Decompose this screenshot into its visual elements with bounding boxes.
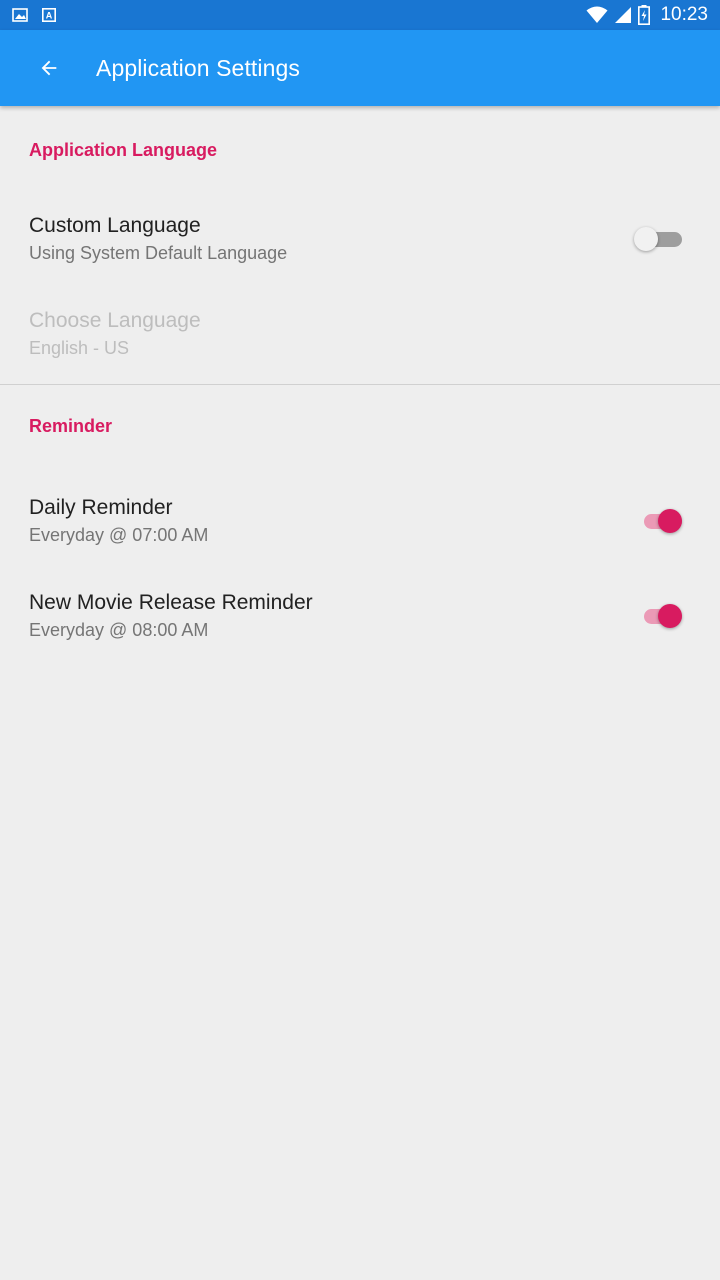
pref-daily-reminder[interactable]: Daily Reminder Everyday @ 07:00 AM — [0, 473, 720, 568]
pref-title: Custom Language — [29, 214, 201, 237]
category-header-reminder: Reminder — [29, 416, 113, 436]
battery-icon — [638, 5, 651, 25]
translate-icon: A — [42, 8, 56, 22]
pref-custom-language[interactable]: Custom Language Using System Default Lan… — [0, 194, 720, 284]
signal-icon — [614, 6, 632, 24]
pref-title: Daily Reminder — [29, 495, 173, 519]
arrow-back-icon — [38, 57, 60, 79]
switch-thumb — [658, 508, 682, 533]
wifi-icon — [586, 6, 608, 24]
page-title: Application Settings — [96, 54, 301, 81]
status-time: 10:23 — [660, 4, 708, 25]
status-right-icons: 10:23 — [586, 4, 708, 26]
back-button[interactable] — [21, 40, 77, 96]
pref-summary: English - US — [29, 338, 130, 358]
pref-title: New Movie Release Reminder — [29, 590, 313, 614]
pref-new-movie-release-reminder[interactable]: New Movie Release Reminder Everyday @ 08… — [0, 568, 720, 663]
category-header-application-language: Application Language — [29, 140, 218, 160]
pref-summary: Using System Default Language — [29, 243, 288, 263]
app-bar: Application Settings — [0, 30, 720, 106]
settings-list: Application Language Custom Language Usi… — [0, 106, 720, 663]
custom-language-switch[interactable] — [634, 224, 686, 254]
svg-text:A: A — [46, 11, 53, 21]
new-movie-reminder-switch[interactable] — [640, 601, 686, 631]
status-left-icons: A — [12, 8, 56, 22]
pref-summary: Everyday @ 07:00 AM — [29, 524, 209, 545]
status-bar: A 10:23 — [0, 0, 720, 30]
image-icon — [12, 8, 28, 22]
switch-thumb — [634, 227, 658, 251]
pref-choose-language: Choose Language English - US — [0, 284, 720, 384]
switch-thumb — [658, 603, 682, 628]
pref-summary: Everyday @ 08:00 AM — [29, 619, 209, 640]
daily-reminder-switch[interactable] — [640, 506, 686, 536]
pref-title: Choose Language — [29, 309, 201, 332]
